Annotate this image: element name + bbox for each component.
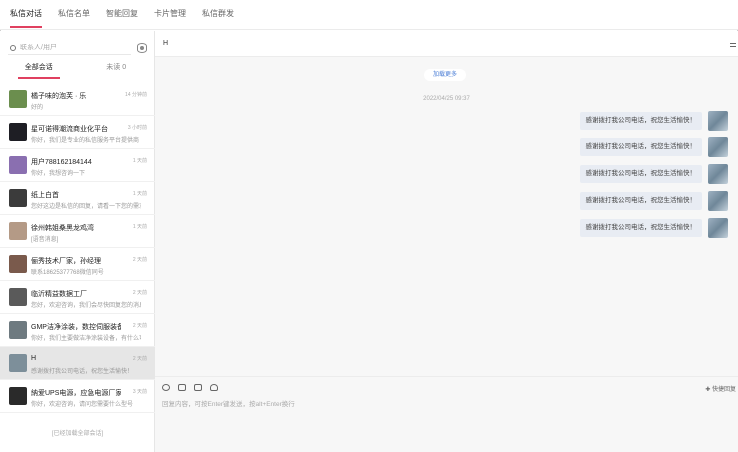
conversation-preview: 你好，欢迎咨询，请问您需要什么型号	[31, 402, 134, 408]
message-composer: ✚ 快捷回复	[155, 376, 738, 452]
search-box	[8, 41, 131, 55]
avatar	[9, 288, 27, 306]
conversation-item[interactable]: 納爱UPS电源，应急电源厂家 你好，欢迎咨询，请问您需要什么型号 3 天前	[0, 380, 155, 413]
conversation-name: 用户788162184144	[31, 159, 92, 166]
search-icon	[10, 44, 16, 51]
conversation-preview: 你好，我想咨询一下	[31, 171, 86, 177]
conversation-filter-tabs: 全部会话 未读 0	[0, 63, 155, 79]
sender-avatar	[708, 191, 728, 211]
contacts-icon[interactable]	[210, 384, 218, 391]
conversation-name: 星可诺得潮流商业化平台	[31, 126, 108, 133]
conversation-time: 2 天前	[132, 290, 147, 296]
card-icon[interactable]	[194, 384, 202, 391]
tab-unread-label: 未读	[106, 64, 121, 71]
message-input[interactable]	[162, 398, 722, 438]
conversation-name: 橘子味的泡芙 · 乐	[31, 93, 87, 100]
conversation-time: 1 天前	[132, 158, 147, 164]
conversation-item[interactable]: 徐州韩姐桑黑龙鸡湾 [语音消息] 1 天前	[0, 215, 155, 248]
conversation-time: 2 天前	[132, 323, 147, 329]
conversation-item[interactable]: GMP洁净涂装，数控伺服装备 你好，我们主要做洁净涂装设备，有什么可以 2 天前	[0, 314, 155, 347]
conversation-preview: 你好，我们主要做洁净涂装设备，有什么可以	[31, 336, 141, 342]
load-history-button[interactable]: 加载更多	[424, 69, 466, 81]
image-icon[interactable]	[178, 384, 186, 391]
message: 感谢拨打我公司电话，祝您生活愉快！	[579, 191, 728, 211]
conversation-item[interactable]: 橘子味的泡芙 · 乐 好的 14 分钟前	[0, 83, 155, 116]
message-bubble: 感谢拨打我公司电话，祝您生活愉快！	[579, 138, 702, 156]
conversation-sidebar: 全部会话 未读0 橘子味的泡芙 · 乐 好的 14 分钟前 星可诺得潮流商业化平…	[0, 31, 155, 452]
chat-pane: H 加载更多 2022/04/25 09:37 感谢拨打我公司电话，祝您生活愉快…	[155, 31, 738, 452]
emoji-icon[interactable]	[162, 384, 170, 391]
message: 感谢拨打我公司电话，祝您生活愉快！	[579, 137, 728, 157]
avatar	[9, 354, 27, 372]
conversation-item[interactable]: 用户788162184144 你好，我想咨询一下 1 天前	[0, 149, 155, 182]
conversation-item[interactable]: 星可诺得潮流商业化平台 你好，我们是专业的私信服务平台提供商 3 小时前	[0, 116, 155, 149]
sender-avatar	[708, 111, 728, 131]
conversation-time: 2 天前	[132, 356, 147, 362]
conversation-time: 3 小时前	[127, 125, 147, 131]
tab-all-label: 全部会话	[24, 64, 53, 71]
conversation-name: GMP洁净涂装，数控伺服装备	[31, 324, 121, 331]
conversation-name: 徐州韩姐桑黑龙鸡湾	[31, 225, 94, 232]
conversation-item-selected[interactable]: H 感谢拨打我公司电话，祝您生活愉快！ 2 天前	[0, 347, 155, 380]
conversation-name: 俪秀技术厂家，孙经理	[31, 258, 101, 265]
tab-private-broadcast[interactable]: 私信群发	[202, 0, 234, 30]
conversation-name: 纸上白首	[31, 192, 59, 199]
message-bubble: 感谢拨打我公司电话，祝您生活愉快！	[579, 219, 702, 237]
avatar	[9, 255, 27, 273]
message-bubble: 感谢拨打我公司电话，祝您生活愉快！	[579, 112, 702, 130]
sender-avatar	[708, 137, 728, 157]
tab-all-conversations[interactable]: 全部会话	[0, 63, 78, 79]
conversation-time: 3 天前	[132, 389, 147, 395]
all-loaded-notice: [已经加载全部会话]	[51, 431, 104, 437]
conversation-preview: 您好这边是私信的回复，请看一下您的需求	[31, 204, 141, 210]
message-bubble: 感谢拨打我公司电话，祝您生活愉快！	[579, 165, 702, 183]
sender-avatar	[708, 164, 728, 184]
conversation-preview: 您好，欢迎咨询，我们会尽快回复您的消息	[31, 303, 141, 309]
message-bubble: 感谢拨打我公司电话，祝您生活愉快！	[579, 192, 702, 210]
chat-header: H	[155, 31, 738, 57]
conversation-item[interactable]: 俪秀技术厂家，孙经理 联系18625377768微信同号 2 天前	[0, 248, 155, 281]
conversation-list: 橘子味的泡芙 · 乐 好的 14 分钟前 星可诺得潮流商业化平台 你好，我们是专…	[0, 83, 155, 413]
conversation-name: 临沂精益数据工厂	[31, 291, 87, 298]
tab-card-management[interactable]: 卡片管理	[154, 0, 186, 30]
tab-smart-reply[interactable]: 智能回复	[106, 0, 138, 30]
search-input[interactable]	[20, 44, 120, 51]
message: 感谢拨打我公司电话，祝您生活愉快！	[579, 218, 728, 238]
avatar	[9, 387, 27, 405]
avatar	[9, 321, 27, 339]
unread-count: 0	[122, 64, 127, 71]
conversation-preview: [语音消息]	[31, 237, 59, 243]
conversation-name: 納爱UPS电源，应急电源厂家	[31, 390, 121, 397]
tab-private-chat[interactable]: 私信对话	[10, 0, 42, 30]
message: 感谢拨打我公司电话，祝您生活愉快！	[579, 164, 728, 184]
top-nav: 私信对话 私信名单 智能回复 卡片管理 私信群发	[0, 0, 738, 30]
menu-icon[interactable]	[730, 43, 736, 47]
composer-toolbar	[162, 384, 226, 391]
avatar	[9, 222, 27, 240]
message: 感谢拨打我公司电话，祝您生活愉快！	[579, 111, 728, 131]
avatar	[9, 156, 27, 174]
conversation-item[interactable]: 纸上白首 您好这边是私信的回复，请看一下您的需求 1 天前	[0, 182, 155, 215]
chat-title: H	[163, 40, 169, 47]
avatar	[9, 90, 27, 108]
avatar	[9, 123, 27, 141]
avatar	[9, 189, 27, 207]
conversation-item[interactable]: 临沂精益数据工厂 您好，欢迎咨询，我们会尽快回复您的消息 2 天前	[0, 281, 155, 314]
search-row	[8, 41, 147, 55]
quick-reply-button[interactable]: ✚ 快捷回复	[705, 384, 736, 393]
conversation-preview: 好的	[31, 105, 44, 111]
eye-filter-icon[interactable]	[137, 43, 147, 53]
sender-avatar	[708, 218, 728, 238]
conversation-time: 2 天前	[132, 257, 147, 263]
conversation-time: 1 天前	[132, 191, 147, 197]
conversation-preview: 感谢拨打我公司电话，祝您生活愉快！	[31, 369, 134, 375]
tab-unread[interactable]: 未读 0	[78, 63, 156, 79]
conversation-name: H	[31, 355, 37, 362]
conversation-time: 14 分钟前	[125, 92, 147, 98]
tab-private-list[interactable]: 私信名单	[58, 0, 90, 30]
conversation-preview: 你好，我们是专业的私信服务平台提供商	[31, 138, 140, 144]
conversation-preview: 联系18625377768微信同号	[31, 270, 104, 276]
message-timestamp: 2022/04/25 09:37	[423, 96, 470, 102]
conversation-time: 1 天前	[132, 224, 147, 230]
